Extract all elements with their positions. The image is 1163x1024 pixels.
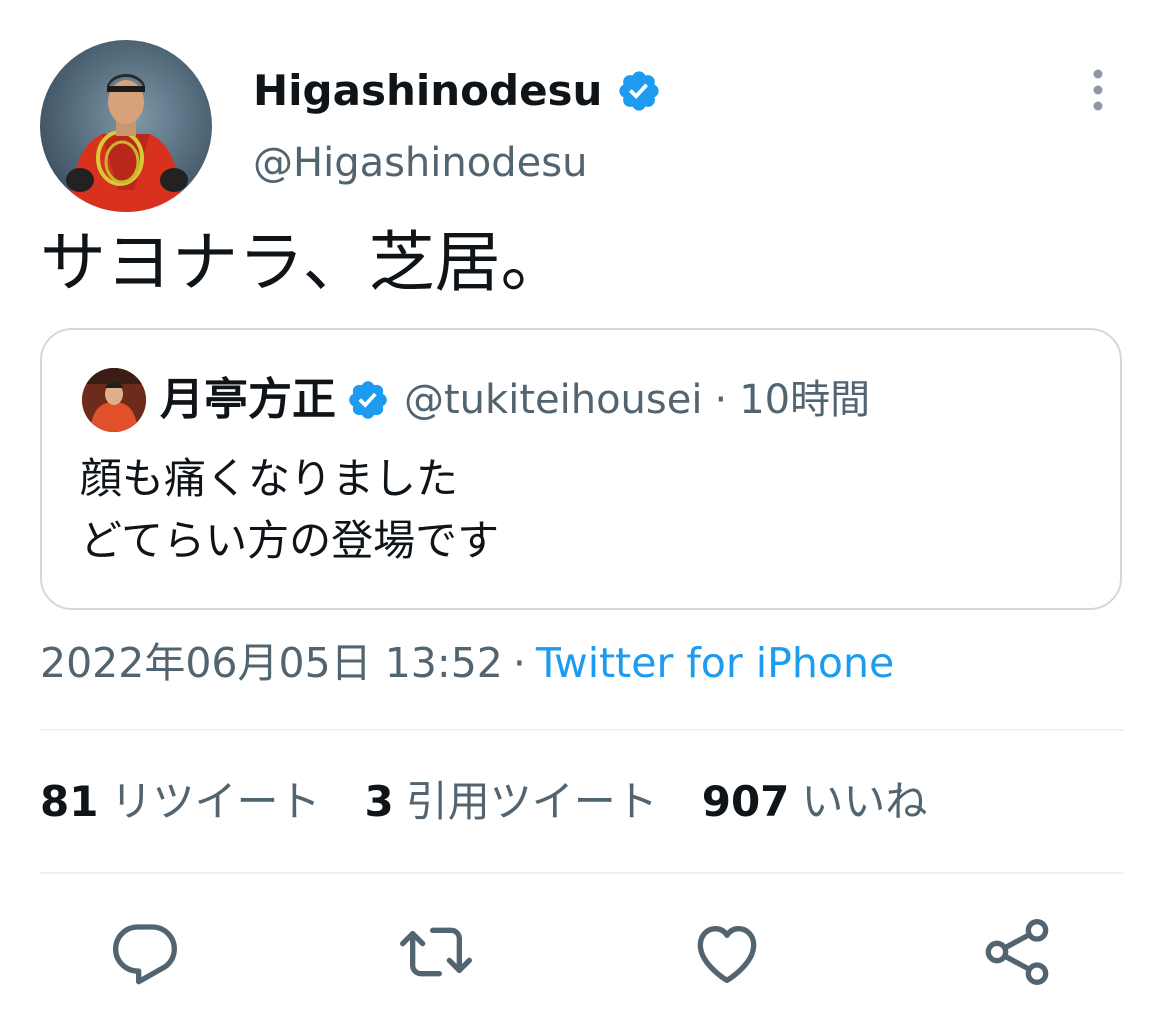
tweet-meta: 2022年06月05日 13:52 · Twitter for iPhone [40, 636, 894, 690]
quoted-verified-badge-icon [349, 381, 387, 419]
quoted-text-line: 顔も痛くなりました [80, 454, 459, 503]
tweet-text: サヨナラ、芝居。 [40, 224, 567, 301]
divider [40, 872, 1124, 874]
tweet-action-bar [0, 912, 1163, 992]
share-button[interactable] [977, 912, 1057, 992]
like-button[interactable] [687, 912, 767, 992]
meta-separator: · [512, 639, 526, 687]
likes-stat[interactable]: 907 いいね [702, 774, 928, 830]
author-display-name[interactable]: Higashinodesu [253, 64, 602, 118]
quoted-author-name[interactable]: 月亭方正 [160, 372, 336, 428]
divider [40, 729, 1124, 731]
quoted-text-line: どてらい方の登場です [80, 516, 500, 565]
like-icon [697, 926, 757, 983]
author-avatar-image [66, 74, 188, 212]
share-icon [985, 919, 1049, 985]
tweet-timestamp[interactable]: 2022年06月05日 13:52 [40, 639, 503, 687]
retweets-stat[interactable]: 81 リツイート [40, 774, 320, 830]
quote-tweets-count: 3 [364, 777, 394, 826]
quoted-author-avatar-image [82, 368, 146, 432]
more-options-icon[interactable] [1084, 68, 1112, 116]
quote-tweets-label: 引用ツイート [405, 777, 658, 826]
quoted-tweet-card[interactable]: 月亭方正 @tukiteihousei · 10時間 顔も痛くなりました どてら… [40, 328, 1122, 610]
quoted-separator: · [714, 377, 728, 423]
author-avatar[interactable] [40, 40, 212, 212]
quoted-tweet-text: 顔も痛くなりました どてらい方の登場です [80, 448, 499, 572]
tweet-source-link[interactable]: Twitter for iPhone [536, 639, 894, 687]
author-display-name-row[interactable]: Higashinodesu [253, 64, 662, 118]
likes-label: いいね [801, 777, 928, 826]
retweet-icon [400, 927, 473, 977]
retweets-label: リツイート [110, 777, 321, 826]
author-handle[interactable]: @Higashinodesu [253, 138, 587, 188]
verified-badge-icon [619, 71, 660, 111]
retweet-button[interactable] [396, 912, 476, 992]
tweet-stats: 81 リツイート 3 引用ツイート 907 いいね [40, 774, 971, 830]
quoted-time-ago[interactable]: 10時間 [739, 372, 870, 428]
retweets-count: 81 [40, 777, 99, 826]
likes-count: 907 [701, 777, 790, 826]
quote-tweets-stat[interactable]: 3 引用ツイート [364, 774, 657, 830]
quoted-tweet-header: 月亭方正 @tukiteihousei · 10時間 [160, 372, 870, 428]
reply-icon [113, 924, 177, 985]
quoted-author-avatar[interactable] [82, 368, 146, 432]
quoted-author-handle[interactable]: @tukiteihousei [404, 372, 702, 428]
reply-button[interactable] [106, 912, 186, 992]
